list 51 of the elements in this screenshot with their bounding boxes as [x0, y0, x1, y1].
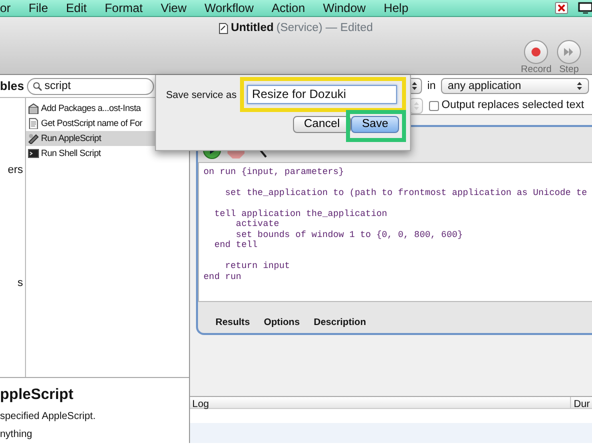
window-title: Untitled [230, 20, 274, 36]
search-icon [32, 82, 42, 90]
list-item[interactable]: Add Packages a...ost-Insta [26, 100, 156, 116]
document-icon [219, 22, 228, 34]
step-button[interactable] [557, 40, 581, 64]
in-label: in [427, 78, 436, 94]
close-icon[interactable] [555, 2, 568, 14]
column-header: Dur [570, 397, 592, 408]
save-button[interactable]: Save [351, 116, 400, 133]
menu-item[interactable]: Edit [57, 0, 96, 17]
step-icon [564, 46, 574, 57]
search-field[interactable]: script [26, 78, 154, 94]
list-item[interactable]: Run AppleScript [26, 130, 156, 146]
application-dropdown[interactable]: any application [441, 78, 590, 94]
terminal-icon [28, 148, 39, 159]
list-item[interactable]: Run Shell Script [26, 146, 156, 161]
menu-item[interactable]: Window [314, 0, 375, 17]
package-icon [28, 102, 39, 114]
category-item[interactable]: s [18, 275, 23, 292]
window-subtitle: (Service) — Edited [276, 20, 373, 36]
description-text: specified AppleScript. [0, 410, 97, 424]
menu-item[interactable]: Help [374, 0, 418, 17]
menu-item[interactable]: File [20, 0, 58, 17]
name-field[interactable]: Resize for Dozuki [247, 85, 397, 104]
checkbox[interactable] [428, 100, 439, 110]
button-label: Record [520, 64, 552, 75]
cancel-button[interactable]: Cancel [293, 116, 351, 133]
record-button[interactable] [524, 40, 548, 64]
checkbox-label: Output replaces selected text [442, 98, 584, 114]
tab[interactable]: Results [208, 316, 257, 330]
category-item[interactable]: ers [8, 162, 23, 178]
menu-item[interactable]: Workflow [196, 0, 263, 17]
list-item[interactable]: Get PostScript name of For [26, 116, 156, 131]
record-icon [531, 46, 542, 57]
script-icon [28, 132, 39, 144]
menu-item[interactable]: View [152, 0, 196, 17]
menu-item[interactable]: Format [96, 0, 152, 17]
code-editor[interactable]: on run {input, parameters} set the_application to (path to frontmost application as Unicode te tell application the_application activate set bounds of window 1 to {0, 0, 800, 600} end tell return input end run [198, 162, 592, 302]
menu-item[interactable]: Action [262, 0, 314, 17]
button-label: Step [559, 64, 579, 75]
description-text: nything [0, 428, 34, 442]
column-header: Log [191, 398, 210, 408]
library-tab[interactable]: bles [0, 77, 24, 95]
tab[interactable]: Description [306, 316, 374, 330]
description-title: ppleScript [0, 384, 74, 404]
document-icon [28, 118, 39, 129]
menu-item[interactable]: or [0, 0, 20, 17]
field-label: Save service as [166, 89, 237, 103]
tab[interactable]: Options [256, 316, 307, 330]
display-icon[interactable] [578, 2, 592, 14]
stepper-icon [576, 81, 583, 91]
